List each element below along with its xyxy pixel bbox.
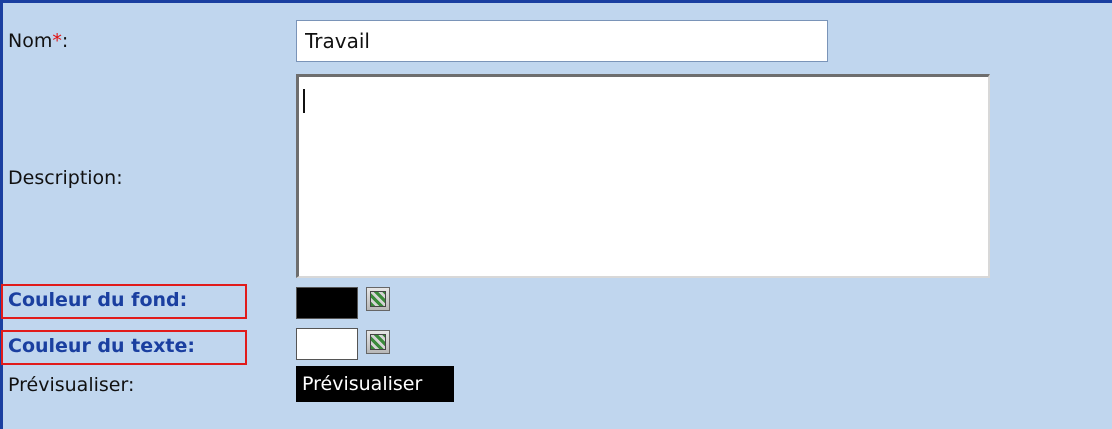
name-input[interactable] (296, 20, 828, 62)
text-color-swatch[interactable] (296, 328, 358, 360)
description-textarea[interactable] (296, 74, 990, 278)
bg-color-swatch[interactable] (296, 287, 358, 319)
name-label-colon: : (61, 30, 69, 52)
bg-color-label: Couleur du fond: (8, 289, 187, 311)
text-caret (303, 89, 305, 113)
name-label-text: Nom (8, 30, 53, 52)
bg-color-label-colon: : (179, 289, 188, 311)
bg-color-picker-button[interactable] (366, 287, 390, 311)
color-picker-icon (370, 334, 386, 350)
description-label: Description: (8, 167, 123, 189)
preview-label: Prévisualiser: (8, 374, 135, 396)
name-label: Nom*: (8, 30, 68, 52)
text-color-label-colon: : (187, 335, 195, 357)
color-picker-icon (370, 291, 386, 307)
preview-button[interactable]: Prévisualiser (296, 366, 454, 402)
bg-color-label-text: Couleur du fond (8, 289, 180, 311)
required-mark: * (52, 30, 62, 52)
text-color-picker-button[interactable] (366, 330, 390, 354)
text-color-label: Couleur du texte: (8, 335, 195, 357)
text-color-label-text: Couleur du texte (8, 335, 188, 357)
